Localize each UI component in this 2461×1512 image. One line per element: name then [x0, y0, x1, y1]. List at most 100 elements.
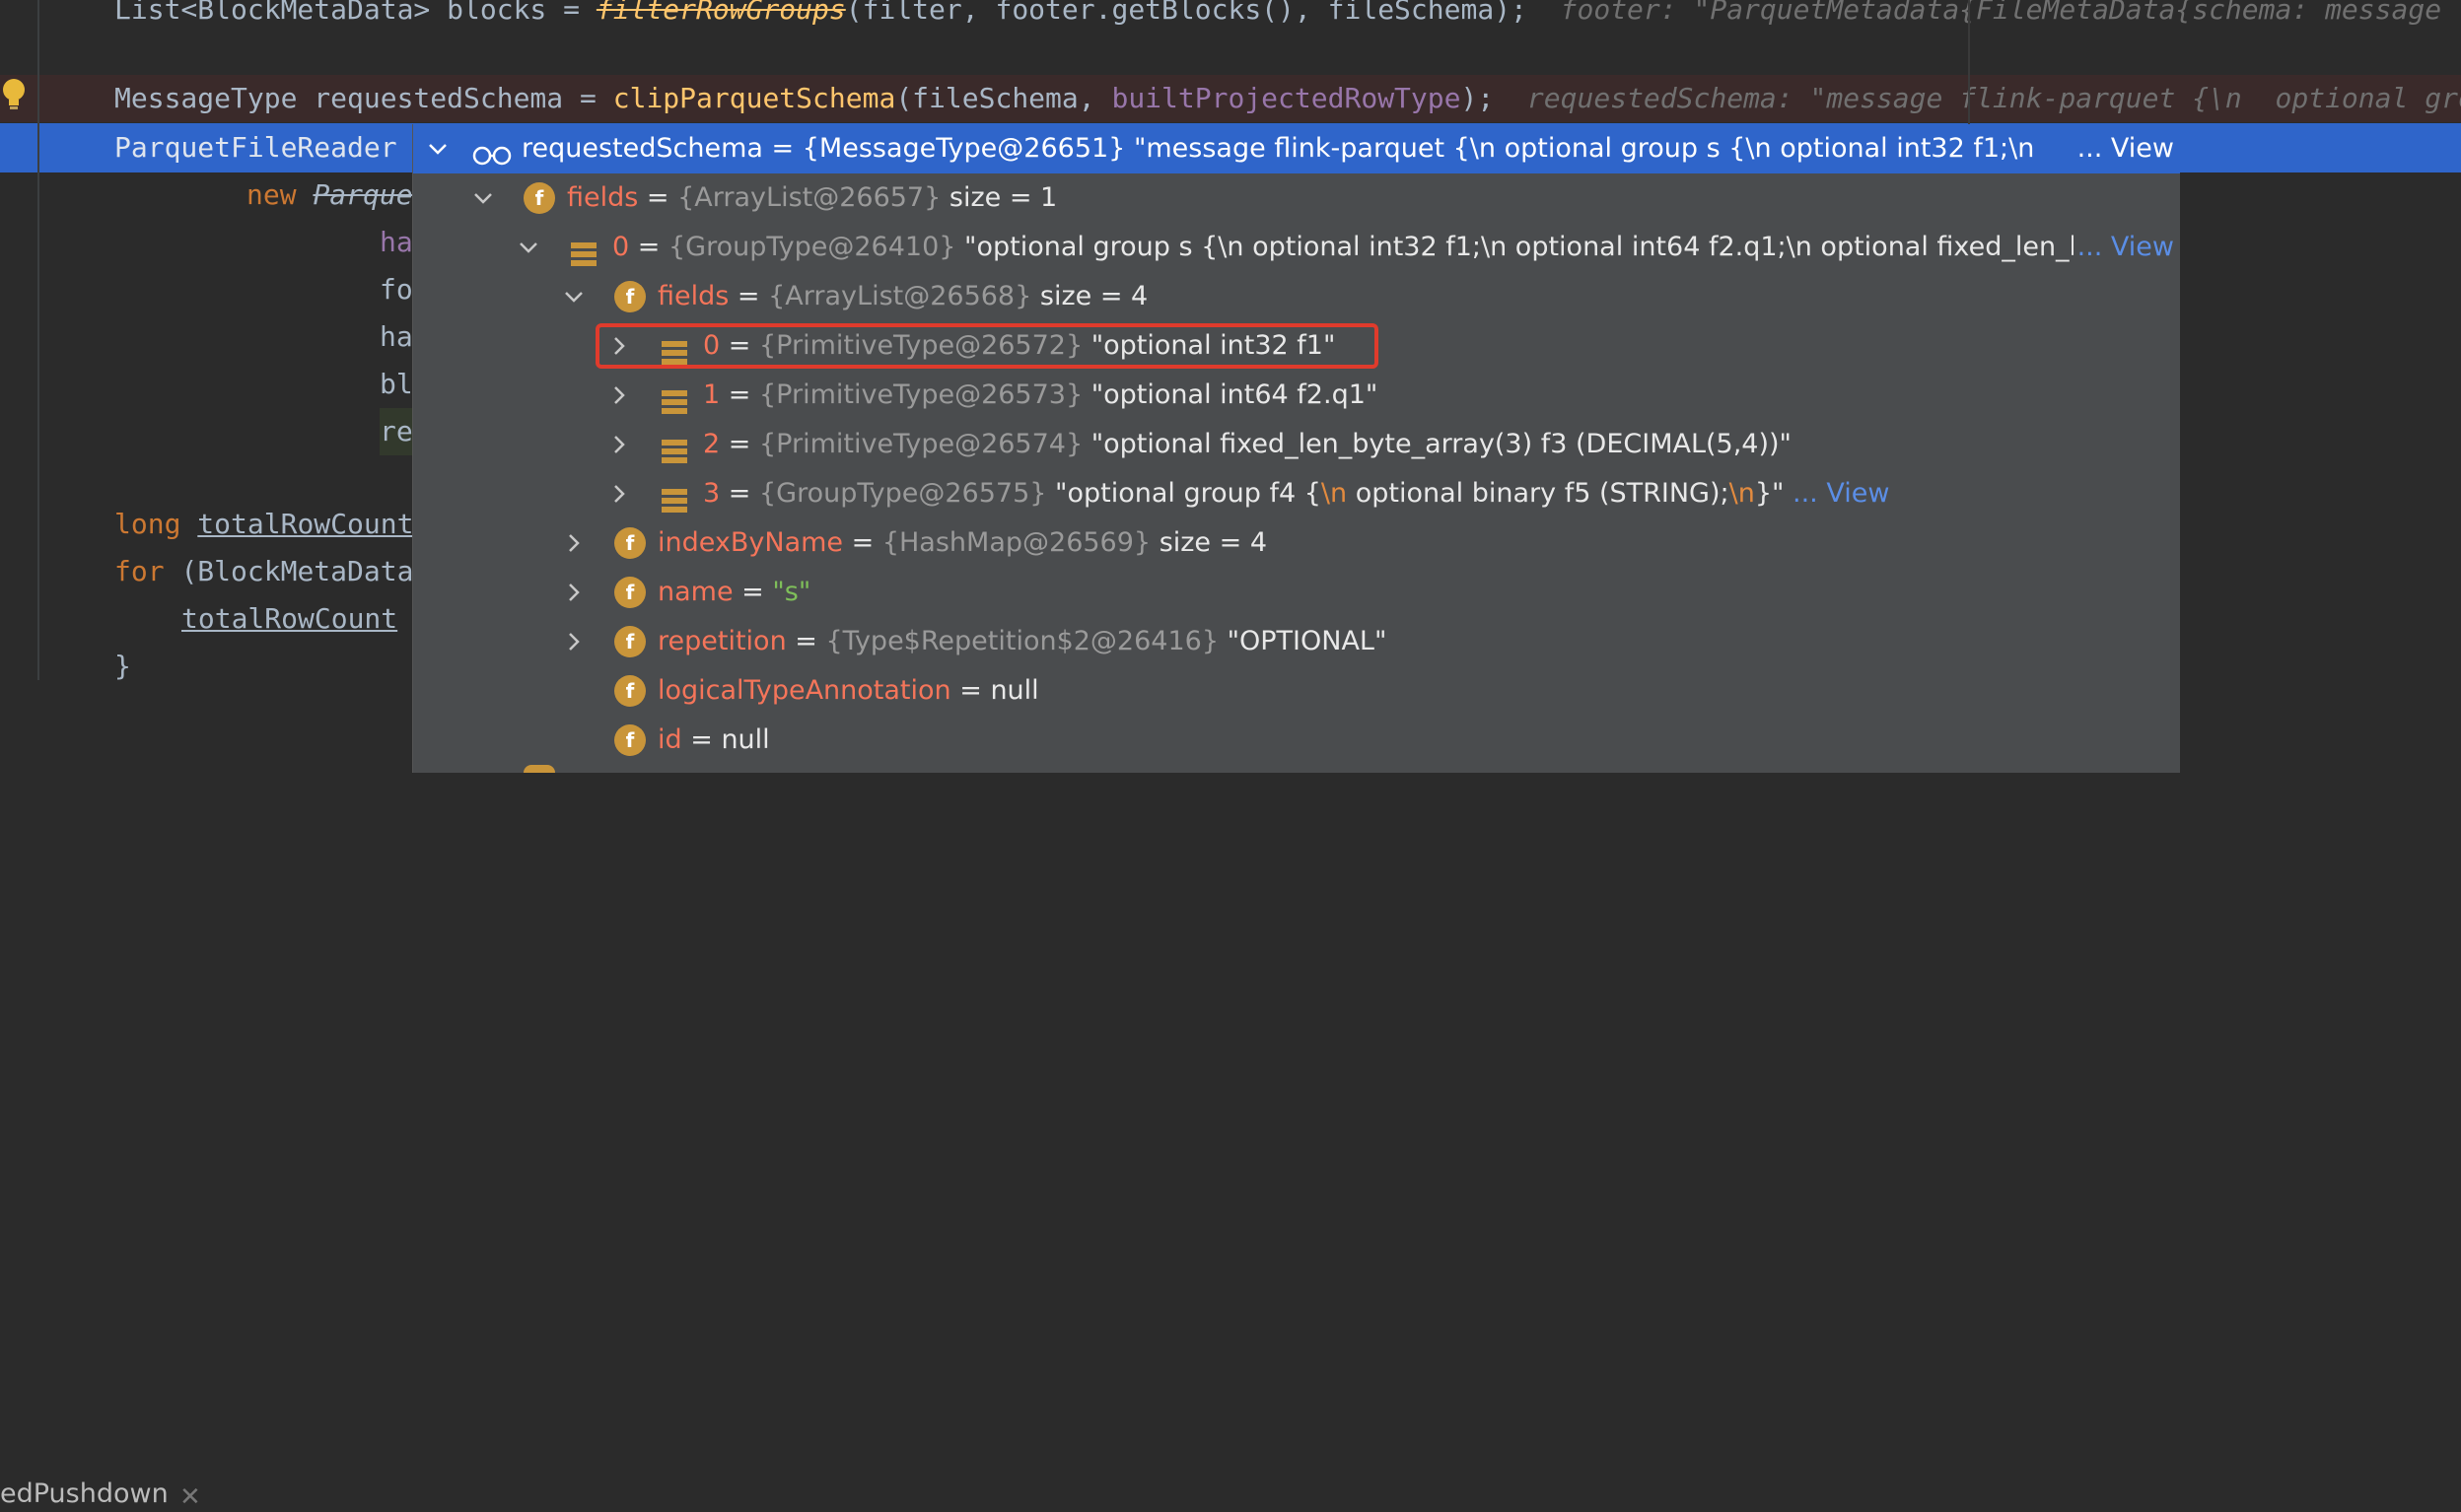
index-label: 2 — [703, 429, 721, 459]
code-line-param[interactable]: re — [380, 408, 413, 455]
value-text: "message flink-parquet {\n optional grou… — [1125, 133, 2035, 164]
stack-icon — [662, 382, 687, 414]
row-text: 2 = {PrimitiveType@26574} "optional fixe… — [703, 420, 1792, 469]
keyword: for — [114, 555, 181, 587]
size-label: size = 4 — [1159, 527, 1268, 558]
view-link[interactable]: ... View — [2076, 124, 2180, 173]
chevron-down-icon[interactable] — [518, 237, 539, 258]
value-text: "optional int64 f2.q1" — [1090, 379, 1378, 410]
field-name: logicalTypeAnnotation — [658, 675, 951, 706]
code-line-param[interactable]: ha — [380, 313, 413, 361]
code-line-total[interactable]: totalRowCount — [181, 595, 397, 643]
tree-row[interactable]: f name = "s" — [413, 568, 2180, 617]
code-text: MessageType requestedSchema = — [114, 82, 613, 114]
code-line-param[interactable]: fo — [380, 266, 413, 313]
code-text: ); — [1460, 82, 1495, 114]
keyword: new — [246, 178, 314, 211]
code-line-reader[interactable]: ParquetFileReader — [114, 124, 397, 172]
tree-row[interactable]: f id = null — [413, 716, 2180, 765]
code-line-long[interactable]: long totalRowCount — [114, 501, 413, 548]
view-link[interactable]: ... View — [1793, 478, 1889, 509]
field-f-icon: f — [614, 675, 646, 707]
code-text: List<BlockMetaData> blocks = — [114, 0, 597, 26]
type-label: {GroupType@26410} — [668, 232, 956, 262]
tree-row[interactable]: f fields = {ArrayList@26568} size = 4 — [413, 272, 2180, 321]
equals-sign: = — [720, 429, 759, 459]
row-text: 0 = {GroupType@26410} "optional group s … — [612, 223, 2076, 272]
index-label: 1 — [703, 379, 721, 410]
tree-row[interactable]: f logicalTypeAnnotation = null — [413, 666, 2180, 716]
chevron-down-icon[interactable] — [472, 187, 494, 209]
close-icon[interactable]: ✕ — [179, 1482, 201, 1512]
chevron-right-icon[interactable] — [608, 384, 630, 406]
tree-row[interactable]: 3 = {GroupType@26575} "optional group f4… — [413, 469, 2180, 518]
equals-sign: = — [843, 527, 882, 558]
editor-tab[interactable]: edPushdown ✕ — [0, 737, 434, 1512]
glasses-icon — [472, 136, 512, 173]
type-label: {PrimitiveType@26574} — [758, 429, 1084, 459]
tree-row[interactable]: 1 = {PrimitiveType@26573} "optional int6… — [413, 371, 2180, 420]
code-line-new[interactable]: new Parque — [246, 172, 413, 219]
stack-icon — [662, 481, 687, 513]
chevron-right-icon[interactable] — [563, 631, 585, 653]
debug-value-popup[interactable]: requestedSchema = {MessageType@26651} "m… — [412, 124, 2180, 773]
code-line-param[interactable]: bl — [380, 361, 413, 408]
size-label: size = 4 — [1039, 281, 1149, 311]
value-text: null — [990, 675, 1039, 706]
value-text: "optional group f4 { — [1055, 478, 1321, 509]
field-f-icon: f — [614, 626, 646, 657]
chevron-down-icon[interactable] — [427, 138, 449, 160]
annotation-highlight-box — [596, 323, 1378, 369]
code-line-blocks[interactable]: List<BlockMetaData> blocks = filterRowGr… — [114, 0, 2461, 34]
code-line-param[interactable]: ha — [380, 219, 413, 266]
lightbulb-icon[interactable] — [0, 77, 28, 112]
row-text: repetition = {Type$Repetition$2@26416} "… — [658, 617, 1386, 666]
popup-header[interactable]: requestedSchema = {MessageType@26651} "m… — [413, 124, 2180, 173]
tab-label: edPushdown — [0, 1478, 169, 1509]
field-f-icon: f — [614, 577, 646, 608]
method-call: clipParquetSchema — [612, 82, 896, 114]
value-text: optional binary f5 (STRING); — [1347, 478, 1729, 509]
equals-sign: = — [762, 133, 803, 164]
field-f-icon: f — [614, 527, 646, 559]
tree-row[interactable]: f fields = {ArrayList@26657} size = 1 — [413, 173, 2180, 223]
index-label: 0 — [612, 232, 630, 262]
tree-row[interactable]: 0 = {GroupType@26410} "optional group s … — [413, 223, 2180, 272]
type-label: {ArrayList@26657} — [677, 182, 942, 213]
field-name: fields — [658, 281, 730, 311]
size-label: size = 1 — [949, 182, 1058, 213]
view-link[interactable]: ... View — [2073, 223, 2180, 272]
type-label: {ArrayList@26568} — [768, 281, 1032, 311]
code-line-brace[interactable]: } — [114, 643, 131, 690]
code-line-for[interactable]: for (BlockMetaData — [114, 548, 413, 595]
row-text: 3 = {GroupType@26575} "optional group f4… — [703, 469, 1889, 518]
field-name: repetition — [658, 626, 787, 656]
row-text: fields = {ArrayList@26657} size = 1 — [567, 173, 1057, 223]
equals-sign: = — [720, 379, 759, 410]
method-call: filterRowGroups — [596, 0, 846, 26]
code-text: (fileSchema, — [895, 82, 1112, 114]
equals-sign: = — [681, 724, 722, 755]
tree-row[interactable]: f repetition = {Type$Repetition$2@26416}… — [413, 617, 2180, 666]
field-name: indexByName — [658, 527, 844, 558]
code-text: totalRowCount — [197, 508, 414, 540]
stack-icon — [571, 235, 597, 266]
type-label: {Type$Repetition$2@26416} — [825, 626, 1219, 656]
row-text: fields = {ArrayList@26568} size = 4 — [658, 272, 1148, 321]
chevron-right-icon[interactable] — [563, 582, 585, 603]
tree-row[interactable]: f indexByName = {HashMap@26569} size = 4 — [413, 518, 2180, 568]
code-line-requested-schema[interactable]: MessageType requestedSchema = clipParque… — [114, 75, 2461, 122]
chevron-right-icon[interactable] — [608, 483, 630, 505]
tree-row[interactable]: 2 = {PrimitiveType@26574} "optional fixe… — [413, 420, 2180, 469]
equals-sign: = — [629, 232, 668, 262]
index-label: 3 — [703, 478, 721, 509]
field-name: fields — [567, 182, 639, 213]
escape-sequence: \n — [1320, 478, 1348, 509]
chevron-right-icon[interactable] — [608, 434, 630, 455]
row-text: 1 = {PrimitiveType@26573} "optional int6… — [703, 371, 1377, 420]
chevron-right-icon[interactable] — [563, 532, 585, 554]
chevron-down-icon[interactable] — [563, 286, 585, 308]
equals-sign: = — [786, 626, 826, 656]
code-text: (filter, footer.getBlocks(), fileSchema)… — [845, 0, 1527, 26]
field-f-icon: f — [524, 182, 555, 214]
